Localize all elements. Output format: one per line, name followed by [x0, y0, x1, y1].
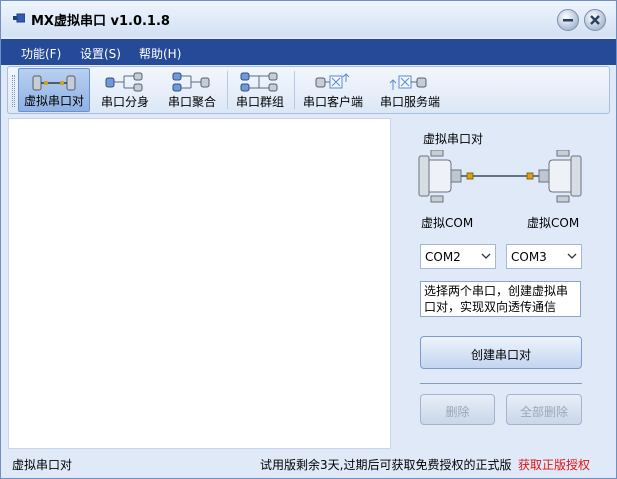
close-button[interactable] [584, 9, 606, 31]
serial-connector-left-icon [418, 150, 462, 203]
serial-group-icon [240, 72, 278, 92]
toolbar-separator [294, 71, 295, 109]
get-license-link[interactable]: 获取正版授权 [518, 456, 590, 473]
title-bar: MX虚拟串口 v1.0.1.8 [1, 1, 616, 37]
tool-serial-merge[interactable]: 串口聚合 [161, 68, 223, 112]
menu-help[interactable]: 帮助(H) [139, 45, 181, 62]
toolbar: 虚拟串口对 串口分身 串口聚合 串口群组 串口客户端 串口服务端 [7, 66, 610, 114]
tool-serial-server[interactable]: 串口服务端 [374, 68, 446, 112]
minimize-icon [563, 19, 573, 22]
tool-serial-client[interactable]: 串口客户端 [297, 68, 369, 112]
create-pair-button[interactable]: 创建串口对 [420, 336, 582, 369]
tool-label: 串口客户端 [302, 95, 363, 109]
serial-server-icon [389, 75, 427, 90]
toolbar-separator [227, 71, 228, 109]
trial-notice: 试用版剩余3天,过期后可获取免费授权的正式版 [260, 458, 512, 472]
description-box: 选择两个串口，创建虚拟串口对，实现双向透传通信 [420, 281, 581, 317]
serial-pair-icon [32, 75, 76, 91]
minimize-button[interactable] [557, 9, 579, 31]
status-bar: 虚拟串口对 试用版剩余3天,过期后可获取免费授权的正式版 获取正版授权 [1, 451, 616, 478]
tool-virtual-pair[interactable]: 虚拟串口对 [18, 68, 90, 112]
left-com-label: 虚拟COM [421, 216, 474, 230]
right-port-select[interactable]: COM3 [506, 244, 582, 269]
toolbar-grip[interactable] [12, 75, 15, 107]
tool-label: 串口群组 [235, 95, 284, 109]
close-icon [590, 15, 600, 25]
tool-label: 串口聚合 [167, 95, 216, 109]
tool-label: 虚拟串口对 [23, 94, 84, 108]
tool-serial-split[interactable]: 串口分身 [94, 68, 156, 112]
delete-all-button[interactable]: 全部删除 [506, 394, 582, 425]
chevron-down-icon [567, 253, 577, 259]
right-com-label: 虚拟COM [527, 216, 580, 230]
serial-client-icon [315, 73, 350, 89]
left-port-value: COM2 [425, 250, 461, 264]
menu-settings[interactable]: 设置(S) [80, 45, 121, 62]
tool-label: 串口服务端 [379, 95, 440, 109]
config-panel: 虚拟串口对 虚拟COM 虚拟COM COM2 COM3 选择两个串口，创建虚拟串… [393, 118, 609, 449]
serial-connector-right-icon [538, 150, 582, 203]
delete-button[interactable]: 删除 [420, 394, 495, 425]
serial-pair-diagram [418, 150, 582, 203]
tool-label: 串口分身 [100, 95, 149, 109]
serial-merge-icon [172, 72, 210, 92]
panel-title: 虚拟串口对 [423, 132, 484, 146]
status-mode: 虚拟串口对 [12, 458, 73, 472]
chevron-down-icon [481, 253, 491, 259]
right-port-value: COM3 [511, 250, 547, 264]
left-port-select[interactable]: COM2 [420, 244, 496, 269]
menu-bar: 功能(F) 设置(S) 帮助(H) [1, 39, 616, 65]
serial-split-icon [105, 72, 143, 92]
divider [420, 383, 582, 384]
pair-list[interactable] [8, 118, 391, 449]
app-icon [13, 13, 25, 23]
main-window: MX虚拟串口 v1.0.1.8 功能(F) 设置(S) 帮助(H) 虚拟串口对 … [0, 0, 617, 479]
menu-function[interactable]: 功能(F) [21, 45, 61, 62]
window-title: MX虚拟串口 v1.0.1.8 [31, 14, 170, 29]
tool-serial-group[interactable]: 串口群组 [230, 68, 290, 112]
